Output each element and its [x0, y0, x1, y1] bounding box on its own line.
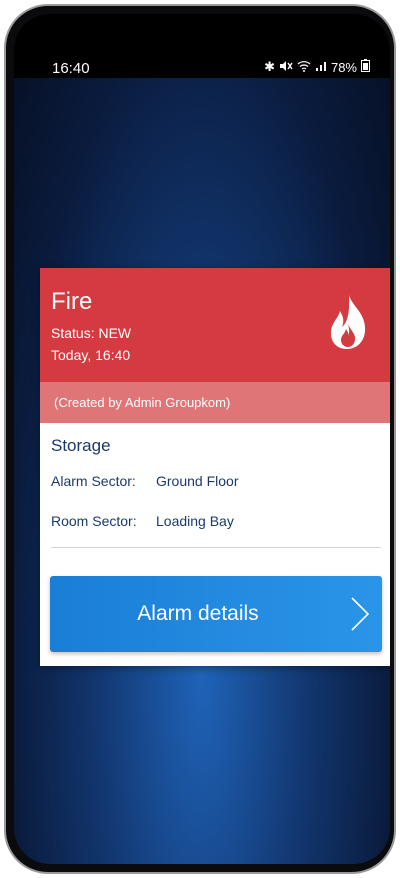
- divider: [51, 547, 381, 548]
- fire-icon: [330, 295, 366, 349]
- status-time: 16:40: [52, 60, 90, 77]
- alarm-sector-label: Alarm Sector:: [51, 473, 136, 489]
- status-bar: 16:40 ✱ 78%: [14, 14, 390, 78]
- alarm-location: Storage: [51, 436, 111, 455]
- bluetooth-icon: ✱: [264, 59, 275, 74]
- alarm-sector-value: Ground Floor: [156, 473, 239, 489]
- alarm-type: Fire: [51, 288, 93, 315]
- phone-frame: 16:40 ✱ 78% Fire Status: NEW Today, 16:4…: [4, 4, 396, 874]
- status-icons: ✱ 78%: [264, 59, 370, 75]
- battery-level: 78%: [330, 59, 357, 75]
- screen: 16:40 ✱ 78% Fire Status: NEW Today, 16:4…: [14, 14, 390, 864]
- alarm-details-button[interactable]: Alarm details: [50, 576, 382, 652]
- room-sector-row: Room Sector: Loading Bay: [51, 513, 381, 529]
- alarm-info: Storage Alarm Sector: Ground Floor Room …: [40, 436, 390, 548]
- battery-icon: [361, 59, 370, 75]
- wifi-icon: [297, 60, 311, 75]
- alarm-sector-row: Alarm Sector: Ground Floor: [51, 473, 381, 489]
- alarm-time: Today, 16:40: [51, 347, 131, 363]
- alarm-status: Status: NEW: [51, 325, 132, 341]
- chevron-right-icon: [351, 597, 370, 631]
- created-by: (Created by Admin Groupkom): [40, 382, 390, 423]
- alarm-details-label: Alarm details: [137, 602, 259, 625]
- alarm-header: Fire Status: NEW Today, 16:40: [40, 268, 390, 382]
- mute-icon: [279, 60, 293, 75]
- alarm-card: Fire Status: NEW Today, 16:40 (Created b…: [40, 268, 390, 666]
- room-sector-label: Room Sector:: [51, 513, 137, 529]
- signal-icon: [315, 60, 327, 75]
- room-sector-value: Loading Bay: [156, 513, 234, 529]
